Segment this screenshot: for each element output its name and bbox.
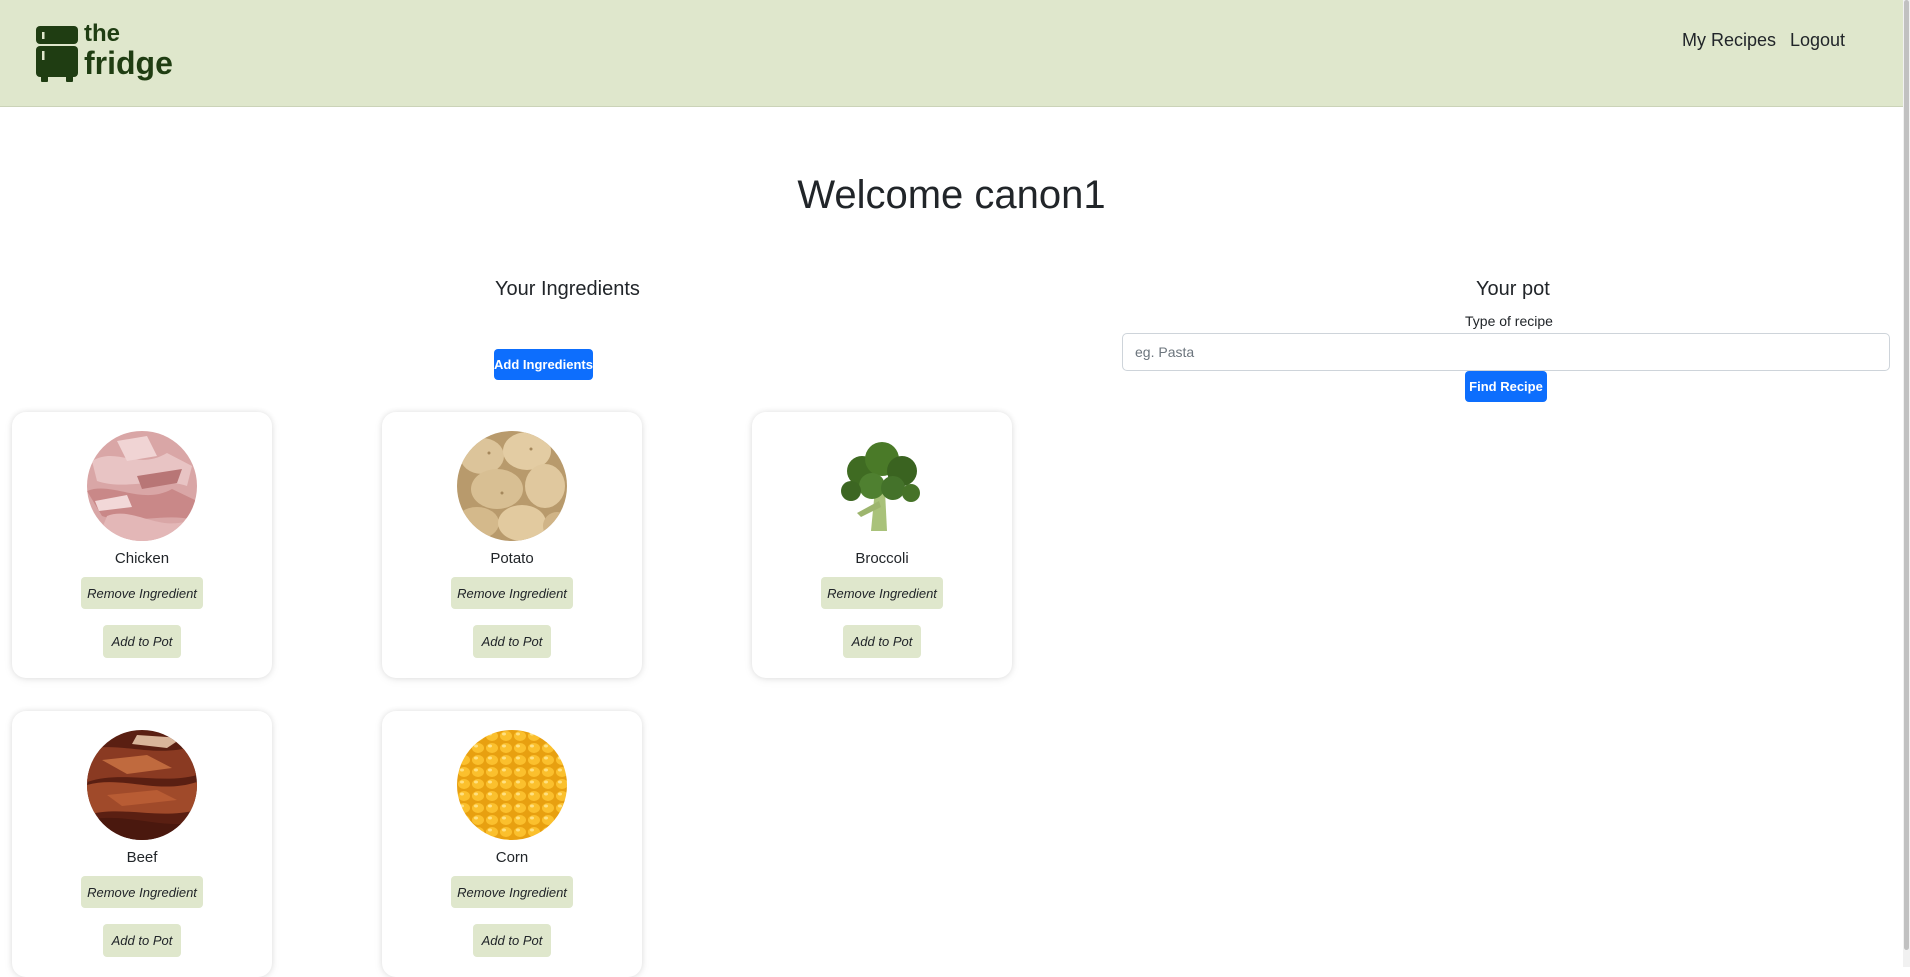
pot-title: Your pot bbox=[1476, 278, 1550, 300]
nav-my-recipes-link[interactable]: My Recipes bbox=[1682, 30, 1776, 51]
add-to-pot-button[interactable]: Add to Pot bbox=[103, 625, 181, 658]
find-recipe-button[interactable]: Find Recipe bbox=[1465, 371, 1547, 402]
ingredient-name: Potato bbox=[490, 550, 534, 567]
add-to-pot-button[interactable]: Add to Pot bbox=[473, 924, 551, 957]
ingredient-name: Chicken bbox=[114, 550, 170, 567]
remove-ingredient-button[interactable]: Remove Ingredient bbox=[81, 577, 203, 609]
ingredient-name: Corn bbox=[495, 849, 529, 866]
navbar: the fridge My Recipes Logout bbox=[0, 0, 1903, 107]
logo-the: the bbox=[84, 20, 120, 47]
add-ingredients-button[interactable]: Add Ingredients bbox=[494, 349, 593, 380]
ingredient-card-beef: Beef Remove Ingredient Add to Pot bbox=[12, 711, 272, 977]
fridge-logo-icon[interactable] bbox=[36, 26, 78, 82]
chicken-image bbox=[87, 431, 197, 541]
recipe-type-label: Type of recipe bbox=[1465, 313, 1553, 329]
remove-ingredient-button[interactable]: Remove Ingredient bbox=[451, 577, 573, 609]
remove-ingredient-button[interactable]: Remove Ingredient bbox=[821, 577, 943, 609]
ingredient-card-potato: Potato Remove Ingredient Add to Pot bbox=[382, 412, 642, 678]
add-to-pot-button[interactable]: Add to Pot bbox=[843, 625, 921, 658]
broccoli-image bbox=[827, 431, 937, 541]
ingredient-card-broccoli: Broccoli Remove Ingredient Add to Pot bbox=[752, 412, 1012, 678]
logo-text[interactable]: the fridge bbox=[84, 20, 173, 81]
welcome-heading: Welcome canon1 bbox=[797, 173, 1106, 217]
add-to-pot-button[interactable]: Add to Pot bbox=[103, 924, 181, 957]
recipe-type-input[interactable] bbox=[1122, 333, 1890, 371]
corn-image bbox=[457, 730, 567, 840]
nav-logout-link[interactable]: Logout bbox=[1790, 30, 1845, 51]
add-to-pot-button[interactable]: Add to Pot bbox=[473, 625, 551, 658]
ingredient-card-chicken: Chicken Remove Ingredient Add to Pot bbox=[12, 412, 272, 678]
ingredient-name: Beef bbox=[126, 849, 158, 866]
ingredient-card-corn: Corn Remove Ingredient Add to Pot bbox=[382, 711, 642, 977]
logo-fridge: fridge bbox=[84, 45, 173, 81]
scrollbar-thumb[interactable] bbox=[1904, 0, 1909, 950]
beef-image bbox=[87, 730, 197, 840]
vertical-scrollbar[interactable] bbox=[1903, 0, 1910, 967]
remove-ingredient-button[interactable]: Remove Ingredient bbox=[451, 876, 573, 908]
potato-image bbox=[457, 431, 567, 541]
remove-ingredient-button[interactable]: Remove Ingredient bbox=[81, 876, 203, 908]
ingredient-name: Broccoli bbox=[855, 550, 909, 567]
ingredients-title: Your Ingredients bbox=[495, 278, 640, 300]
